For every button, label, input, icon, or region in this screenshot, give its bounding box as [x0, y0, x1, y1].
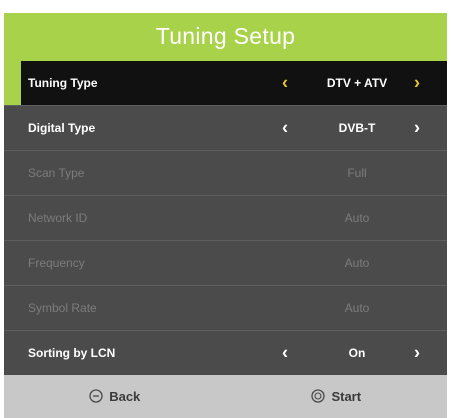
chevron-right-icon[interactable]: › [414, 118, 420, 136]
setting-label: Symbol Rate [28, 300, 97, 315]
chevron-left-icon[interactable]: ‹ [282, 118, 288, 136]
minus-circle-icon [89, 389, 103, 404]
setting-label: Digital Type [28, 120, 96, 135]
dialog-header: Tuning Setup [4, 13, 447, 61]
setting-row-scan-type: Scan Type Full [4, 151, 447, 196]
chevron-left-icon[interactable]: ‹ [282, 343, 288, 361]
chevron-left-icon[interactable]: ‹ [282, 73, 288, 91]
setting-value: DVB-T [338, 120, 376, 135]
setting-row-sorting-by-lcn[interactable]: Sorting by LCN ‹ On › [4, 331, 447, 375]
setting-label: Sorting by LCN [28, 345, 116, 360]
chevron-right-icon[interactable]: › [414, 343, 420, 361]
chevron-right-icon[interactable]: › [414, 73, 420, 91]
tuning-setup-dialog: Tuning Setup Tuning Type ‹ DTV + ATV › D… [4, 13, 447, 418]
ok-circle-icon [311, 389, 326, 404]
setting-label: Frequency [28, 255, 85, 270]
back-button[interactable]: Back [4, 389, 226, 404]
settings-list: Tuning Type ‹ DTV + ATV › Digital Type ‹… [4, 60, 447, 375]
setting-label: Network ID [28, 210, 88, 225]
setting-row-network-id: Network ID Auto [4, 196, 447, 241]
setting-value: DTV + ATV [326, 75, 388, 90]
dialog-title: Tuning Setup [155, 23, 296, 50]
setting-value: Auto [344, 300, 370, 315]
back-label: Back [109, 388, 141, 404]
setting-row-symbol-rate: Symbol Rate Auto [4, 286, 447, 331]
setting-row-tuning-type[interactable]: Tuning Type ‹ DTV + ATV › [4, 60, 447, 106]
setting-row-frequency: Frequency Auto [4, 241, 447, 286]
setting-value: Auto [344, 255, 370, 270]
setting-value: Auto [344, 210, 370, 225]
setting-label: Tuning Type [28, 75, 98, 90]
setting-label: Scan Type [28, 165, 85, 180]
start-label: Start [331, 388, 362, 404]
dialog-footer: Back Start [4, 374, 448, 418]
setting-value: On [348, 345, 366, 360]
setting-row-digital-type[interactable]: Digital Type ‹ DVB-T › [4, 106, 447, 151]
start-button[interactable]: Start [226, 389, 448, 404]
setting-value: Full [347, 165, 367, 180]
